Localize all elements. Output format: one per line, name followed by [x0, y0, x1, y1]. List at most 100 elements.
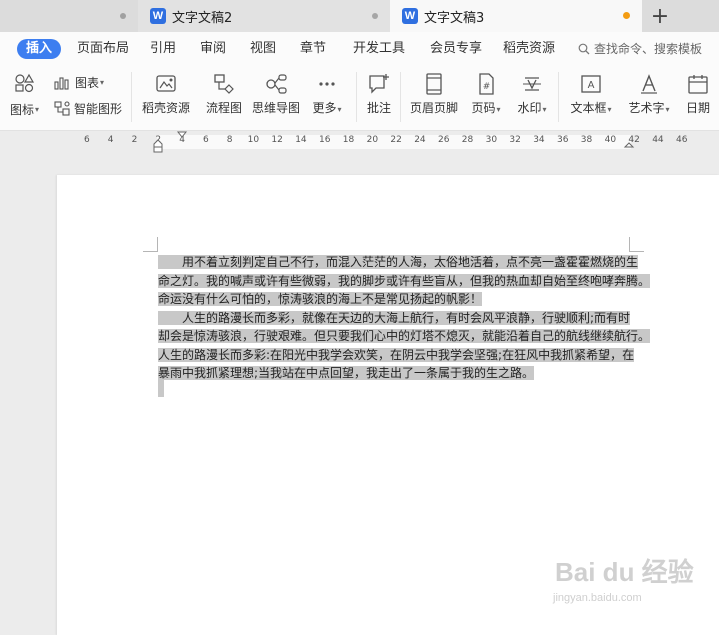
menu-references[interactable]: 引用: [150, 39, 176, 59]
ruler-number: 2: [131, 135, 138, 145]
new-tab-button[interactable]: +: [642, 0, 678, 32]
ruler-number: 44: [652, 135, 664, 145]
ruler-number: 28: [461, 135, 474, 145]
ruler-number: 38: [580, 135, 593, 145]
dropdown-caret-icon: ▾: [542, 105, 547, 114]
baidu-jingyan-watermark: Bai du 经验: [555, 557, 694, 587]
toolbar-separator: [356, 72, 357, 122]
tab-document-3[interactable]: W 文字文稿3: [390, 0, 642, 32]
bar-chart-icon: [54, 76, 69, 90]
word-art-icon: [641, 74, 657, 94]
icon-button[interactable]: 图标 ▾: [10, 101, 39, 118]
shapes-icon: [15, 73, 35, 93]
page-number-button[interactable]: # 页码▾: [468, 72, 504, 116]
page-number-icon: #: [479, 73, 494, 95]
text-line[interactable]: 人生的路漫长而多彩:在阳光中我学会欢笑，在阴云中我学会坚强;在狂风中我抓紧希望，…: [158, 347, 635, 362]
document-body[interactable]: 用不着立刻判定自己不行，而混入茫茫的人海，太俗地活着，点不亮一盏霍霍燃烧的生 命…: [158, 253, 651, 383]
svg-text:A: A: [588, 80, 595, 91]
text-box-label: 文本框: [570, 101, 607, 115]
mind-map-icon: [266, 74, 287, 94]
toolbar-separator: [131, 72, 132, 122]
smart-art-button[interactable]: 智能图形: [54, 100, 122, 117]
date-button[interactable]: 日期: [681, 72, 715, 116]
text-box-icon: A: [581, 75, 601, 93]
ruler-number: 30: [485, 135, 498, 145]
selection-empty-line: [158, 379, 164, 397]
ruler-number: 8: [226, 135, 233, 145]
text-line[interactable]: 用不着立刻判定自己不行，而混入茫茫的人海，太俗地活着，点不亮一盏霍霍燃烧的生: [158, 255, 639, 269]
text-box-button[interactable]: A 文本框▾: [566, 72, 616, 116]
right-indent-marker-icon[interactable]: [623, 135, 635, 151]
more-dots-icon: [319, 82, 335, 86]
more-button[interactable]: 更多▾: [308, 72, 346, 116]
header-footer-label: 页眉页脚: [409, 101, 458, 115]
comment-icon: [369, 74, 389, 94]
header-footer-button[interactable]: 页眉页脚: [408, 72, 460, 116]
ruler-number: 6: [203, 135, 209, 145]
menu-daoke-resources[interactable]: 稻壳资源: [503, 39, 555, 59]
ruler-number: 6: [84, 135, 90, 145]
search-icon: [578, 43, 590, 55]
mind-map-label: 思维导图: [251, 101, 300, 115]
smart-art-icon: [54, 101, 70, 116]
menu-view[interactable]: 视图: [250, 39, 276, 59]
comment-button[interactable]: 批注: [362, 72, 396, 116]
first-line-indent-marker-icon[interactable]: [176, 131, 188, 143]
watermark-button[interactable]: 水印▾: [512, 72, 552, 116]
menu-page-layout[interactable]: 页面布局: [77, 39, 129, 59]
watermark-icon: [523, 77, 541, 91]
text-line[interactable]: 却会是惊涛骇浪，行驶艰难。但只要我们心中的灯塔不熄灭，就能沿着自己的航线继续航行…: [158, 329, 651, 343]
tab-document-2[interactable]: W 文字文稿2: [138, 0, 390, 32]
ruler-number: 4: [107, 135, 114, 145]
horizontal-ruler[interactable]: 6422468101214161820222426283032343638404…: [0, 131, 719, 153]
ruler-number: 18: [342, 135, 355, 145]
comment-label: 批注: [366, 101, 391, 115]
tab-close-dot-icon[interactable]: [120, 13, 126, 19]
tab-title: 文字文稿2: [172, 10, 233, 26]
menu-insert[interactable]: 插入: [17, 39, 62, 59]
menu-developer[interactable]: 开发工具: [353, 39, 405, 59]
chart-button[interactable]: 图表 ▾: [54, 74, 104, 91]
tab-bar: W 文字文稿2 W 文字文稿3 +: [0, 0, 719, 32]
dropdown-caret-icon: ▾: [665, 105, 670, 114]
text-line[interactable]: 命运没有什么可怕的，惊涛骇浪的海上不是常见扬起的帆影！: [158, 292, 483, 306]
menu-member[interactable]: 会员专享: [430, 39, 482, 59]
page-number-label: 页码: [471, 101, 496, 115]
icon-library-glyph[interactable]: [14, 73, 36, 93]
dropdown-caret-icon: ▾: [35, 105, 40, 114]
calendar-icon: [688, 75, 708, 94]
daoke-resources-button[interactable]: 稻壳资源: [141, 72, 191, 116]
tab-previous[interactable]: [0, 0, 138, 32]
ruler-number: 32: [509, 135, 521, 145]
writer-doc-icon: W: [402, 8, 418, 24]
flowchart-label: 流程图: [205, 101, 242, 115]
text-line[interactable]: 命之灯。我的喊声或许有些微弱，我的脚步或许有些盲从，但我的热血却自始至终咆哮奔腾…: [158, 273, 651, 288]
tab-close-dot-icon[interactable]: [372, 13, 378, 19]
flowchart-button[interactable]: 流程图: [203, 72, 245, 116]
menu-section[interactable]: 章节: [300, 39, 326, 59]
text-line[interactable]: 暴雨中我抓紧理想;当我站在中点回望，我走出了一条属于我的生之路。: [158, 366, 535, 380]
ruler-number: 10: [247, 135, 260, 145]
unsaved-indicator-icon[interactable]: [623, 12, 630, 19]
ruler-number: 16: [319, 135, 331, 145]
toolbar-separator: [400, 72, 401, 122]
watermark-url: jingyan.baidu.com: [553, 592, 642, 604]
smart-art-label: 智能图形: [74, 102, 123, 116]
ribbon-menu: 插入 页面布局 引用 审阅 视图 章节 开发工具 会员专享 稻壳资源 查找命令、…: [0, 32, 719, 66]
ruler-number: 12: [271, 135, 283, 145]
word-art-label: 艺术字: [628, 101, 665, 115]
dropdown-caret-icon: ▾: [496, 105, 501, 114]
word-art-button[interactable]: 艺术字▾: [624, 72, 674, 116]
mind-map-button[interactable]: 思维导图: [250, 72, 302, 116]
menu-review[interactable]: 审阅: [200, 39, 226, 59]
writer-doc-icon: W: [150, 8, 166, 24]
left-indent-marker-icon[interactable]: [152, 131, 164, 153]
dropdown-caret-icon: ▾: [337, 105, 342, 114]
command-search[interactable]: 查找命令、搜索模板: [578, 39, 702, 59]
chart-label: 图表: [75, 76, 100, 90]
text-line[interactable]: 人生的路漫长而多彩，就像在天边的大海上航行，有时会风平浪静，行驶顺利;而有时: [158, 310, 631, 325]
daoke-resources-icon: [156, 75, 176, 92]
margin-corner-top-right: [629, 237, 644, 252]
ruler-number: 20: [366, 135, 379, 145]
flowchart-icon: [214, 74, 234, 94]
